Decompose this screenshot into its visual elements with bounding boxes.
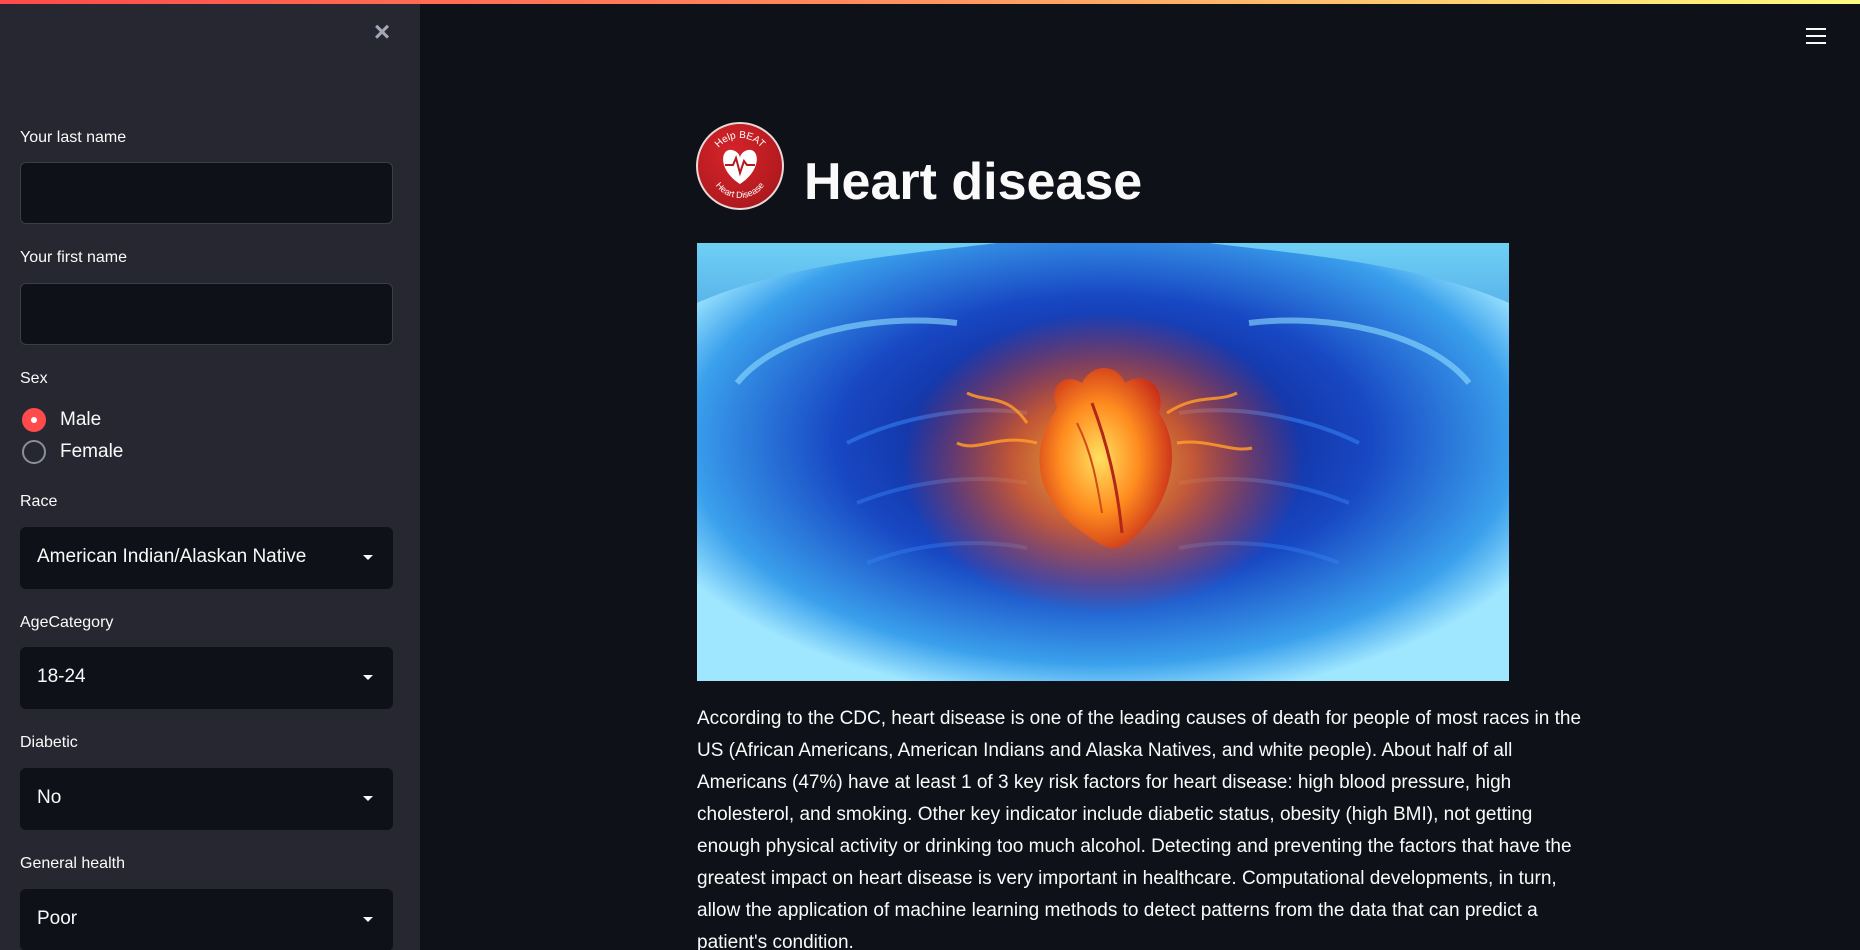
- help-beat-heart-disease-logo: Help BEAT Heart Disease: [696, 122, 784, 210]
- caret-down-icon: [363, 555, 373, 560]
- radio-unselected-icon: [22, 440, 46, 464]
- radio-label-male: Male: [60, 409, 102, 430]
- svg-text:Help BEAT: Help BEAT: [713, 130, 767, 150]
- top-decoration-bar: [0, 0, 1860, 4]
- page-title: Heart disease: [804, 153, 1143, 211]
- hamburger-menu-icon[interactable]: [1806, 28, 1830, 48]
- radio-label-female: Female: [60, 441, 124, 462]
- diabetic-select[interactable]: No: [20, 768, 393, 830]
- first-name-input[interactable]: [20, 283, 393, 345]
- last-name-label: Your last name: [20, 129, 127, 146]
- radio-selected-icon: [22, 408, 46, 432]
- race-select-value: American Indian/Alaskan Native: [37, 546, 307, 567]
- race-label: Race: [20, 493, 58, 510]
- close-sidebar-icon[interactable]: ×: [368, 18, 396, 46]
- general-health-label: General health: [20, 855, 125, 872]
- caret-down-icon: [363, 917, 373, 922]
- logo-text-top: Help BEAT: [713, 130, 767, 150]
- description-paragraph: According to the CDC, heart disease is o…: [697, 708, 1582, 950]
- general-health-select-value: Poor: [37, 908, 78, 929]
- caret-down-icon: [363, 796, 373, 801]
- diabetic-select-value: No: [37, 787, 62, 808]
- sex-radio-male[interactable]: Male: [22, 407, 101, 433]
- sex-label: Sex: [20, 370, 48, 387]
- race-select[interactable]: American Indian/Alaskan Native: [20, 527, 393, 589]
- caret-down-icon: [363, 675, 373, 680]
- last-name-input[interactable]: [20, 162, 393, 224]
- diabetic-label: Diabetic: [20, 734, 78, 751]
- age-category-select[interactable]: 18-24: [20, 647, 393, 709]
- age-category-select-value: 18-24: [37, 666, 86, 687]
- heart-illustration-image: [697, 243, 1509, 681]
- first-name-label: Your first name: [20, 249, 128, 266]
- general-health-select[interactable]: Poor: [20, 889, 393, 950]
- age-category-label: AgeCategory: [20, 614, 114, 631]
- sex-radio-female[interactable]: Female: [22, 439, 123, 465]
- sidebar: × Your last name Your first name Sex Mal…: [0, 0, 420, 950]
